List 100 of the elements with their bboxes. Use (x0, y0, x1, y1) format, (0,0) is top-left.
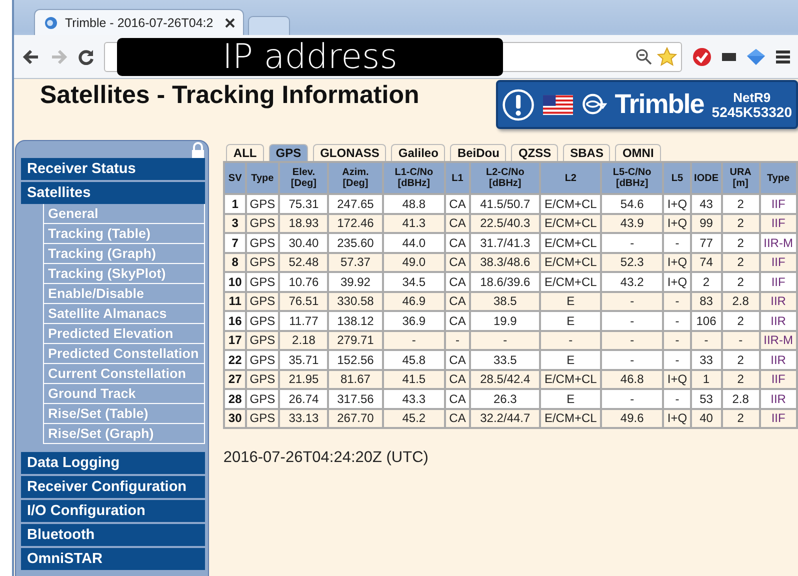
table-cell: 2.18 (280, 332, 328, 349)
table-cell: 2 (722, 351, 759, 368)
table-cell: 2 (722, 195, 759, 212)
extension-icon[interactable] (722, 52, 736, 60)
column-header: L2 (541, 163, 600, 193)
alert-icon[interactable] (502, 86, 535, 122)
table-cell: I+Q (664, 195, 690, 212)
table-cell: - (602, 292, 662, 310)
table-cell: I+Q (664, 273, 690, 290)
table-cell: I+Q (664, 370, 690, 388)
sidebar-item[interactable]: Receiver Configuration (21, 476, 206, 498)
tab[interactable]: GPS (268, 144, 308, 161)
table-cell: 18.93 (280, 214, 328, 232)
tab[interactable]: QZSS (511, 144, 558, 161)
table-cell: IIR-M (760, 234, 796, 252)
table-cell: 49.6 (602, 410, 662, 427)
table-cell: 27 (225, 370, 245, 388)
zoom-out-icon[interactable] (635, 48, 653, 66)
table-cell: 16 (225, 312, 245, 330)
table-cell: 38.5 (470, 292, 540, 310)
back-icon[interactable] (22, 48, 40, 64)
table-cell: GPS (246, 351, 278, 368)
table-cell: 21.95 (280, 370, 328, 388)
sidebar-item[interactable]: I/O Configuration (21, 500, 206, 522)
table-cell: GPS (246, 312, 278, 330)
table-cell: I+Q (664, 410, 690, 427)
tab[interactable]: ALL (226, 144, 264, 161)
table-cell: CA (446, 273, 469, 290)
table-cell: - (664, 332, 690, 349)
sidebar-item[interactable]: Data Logging (21, 452, 206, 474)
table-cell: 43.9 (602, 214, 662, 232)
table-cell: 33 (692, 351, 720, 368)
table-cell: E (541, 351, 600, 368)
table-cell: GPS (246, 370, 278, 388)
table-cell: 30.40 (280, 234, 328, 252)
table-cell: 152.56 (329, 351, 382, 368)
table-cell: 38.3/48.6 (470, 254, 540, 271)
table-cell: 2 (722, 273, 759, 290)
table-cell: 43.3 (384, 390, 444, 408)
table-cell: CA (446, 214, 469, 232)
table-cell: GPS (246, 254, 278, 271)
table-cell: 33.5 (470, 351, 540, 368)
tab[interactable]: BeiDou (450, 144, 506, 161)
table-cell: IIF (760, 410, 796, 427)
column-header: SV (225, 163, 245, 193)
sidebar-item[interactable]: Receiver Status (21, 158, 206, 180)
table-cell: IIF (760, 273, 796, 290)
timestamp: 2016-07-26T04:24:20Z (UTC) (223, 449, 430, 467)
table-cell: 46.9 (384, 292, 444, 310)
table-cell: 267.70 (329, 410, 382, 427)
browser-tab[interactable]: Trimble - 2016-07-26T04:2 (34, 9, 244, 35)
column-header: Azim. [Deg] (329, 163, 382, 193)
sidebar-item[interactable]: Bluetooth (21, 524, 206, 546)
table-cell: - (384, 332, 444, 349)
table-cell: 8 (225, 254, 245, 271)
column-header: L1-C/No [dBHz] (384, 163, 444, 193)
table-cell: - (602, 390, 662, 408)
table-cell: I+Q (664, 214, 690, 232)
table-cell: E/CM+CL (541, 254, 600, 271)
table-cell: CA (446, 195, 469, 212)
table-cell: E/CM+CL (541, 234, 600, 252)
table-cell: 317.56 (329, 390, 382, 408)
close-icon[interactable] (225, 18, 235, 28)
table-cell: GPS (246, 234, 278, 252)
reload-icon[interactable] (78, 48, 94, 64)
column-header: L5-C/No [dBHz] (602, 163, 662, 193)
tab[interactable]: SBAS (563, 144, 610, 161)
table-cell: 1 (692, 370, 720, 388)
checkmark-icon[interactable] (692, 46, 712, 66)
table-cell: 1 (225, 195, 245, 212)
tab[interactable]: GLONASS (313, 144, 386, 161)
tab[interactable]: OMNI (615, 144, 661, 161)
column-header: L5 (664, 163, 690, 193)
brand-name: Trimble (614, 89, 704, 120)
table-cell: E (541, 312, 600, 330)
sidebar-item[interactable]: Satellites (21, 182, 206, 204)
table-cell: 33.13 (280, 410, 328, 427)
table-cell: - (664, 234, 690, 252)
table-cell: 49.0 (384, 254, 444, 271)
table-cell: 279.71 (329, 332, 382, 349)
table-cell: 35.71 (280, 351, 328, 368)
table-cell: 330.58 (329, 292, 382, 310)
table-cell: CA (446, 312, 469, 330)
column-header: L1 (446, 163, 469, 193)
menu-icon[interactable] (776, 50, 790, 64)
table-cell: IIR-M (760, 332, 796, 349)
table-cell: 41.5 (384, 370, 444, 388)
column-header: L2-C/No [dBHz] (470, 163, 540, 193)
flag-icon[interactable] (542, 94, 574, 116)
table-cell: CA (446, 292, 469, 310)
diamond-icon[interactable] (746, 48, 766, 66)
table-cell: 45.2 (384, 410, 444, 427)
table-cell: IIF (760, 195, 796, 212)
sidebar-item[interactable]: OmniSTAR (21, 548, 206, 570)
table-cell: 18.6/39.6 (470, 273, 540, 290)
tab[interactable]: Galileo (391, 144, 446, 161)
table-cell: 77 (692, 234, 720, 252)
table-cell: 2 (722, 312, 759, 330)
star-icon[interactable] (657, 46, 677, 66)
table-cell: 75.31 (280, 195, 328, 212)
